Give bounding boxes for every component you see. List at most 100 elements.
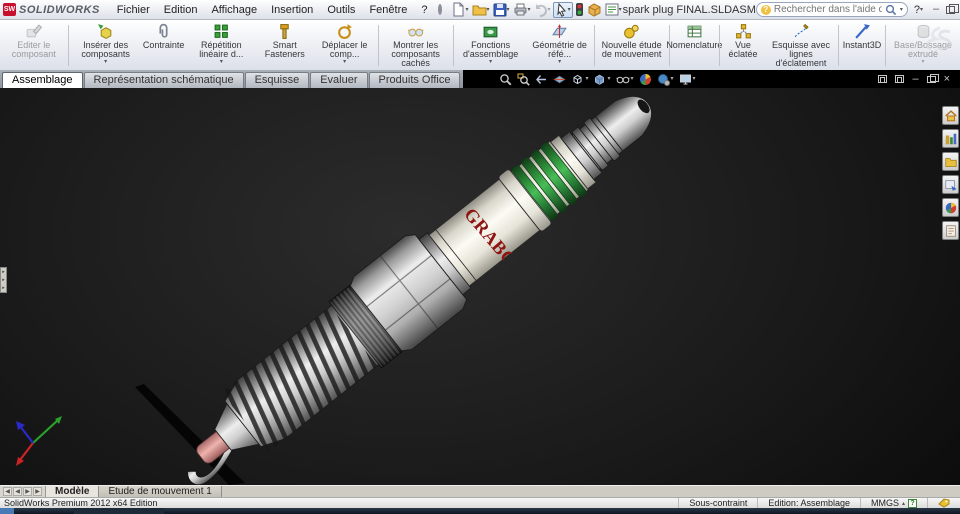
file-explorer-button[interactable] xyxy=(942,152,959,171)
menu-outils[interactable]: Outils xyxy=(320,2,362,18)
custom-properties-button[interactable] xyxy=(942,221,959,240)
doc-restore-button[interactable] xyxy=(926,73,939,83)
caret-down-icon[interactable]: ▾ xyxy=(528,7,531,13)
prev-tab-button[interactable]: ◀ xyxy=(13,487,22,496)
caret-up-icon[interactable]: ▴ xyxy=(902,500,905,507)
caret-down-icon[interactable]: ▾ xyxy=(920,7,923,13)
save-button[interactable]: ▾ xyxy=(492,2,511,18)
select-tool-button[interactable]: ▾ xyxy=(552,1,573,18)
new-motion-study-button[interactable]: Nouvelle étude de mouvement xyxy=(596,21,668,70)
caret-down-icon[interactable]: ▾ xyxy=(693,76,696,82)
view-settings-button[interactable]: ▾ xyxy=(679,73,696,86)
instant3d-button[interactable]: Instant3D xyxy=(840,21,884,70)
tab-evaluer[interactable]: Evaluer xyxy=(310,72,368,88)
solidworks-resources-button[interactable] xyxy=(942,106,959,125)
tab-etude-mouvement[interactable]: Etude de mouvement 1 xyxy=(99,486,222,497)
help-menu[interactable]: ? ▾ xyxy=(914,4,923,16)
smart-fasteners-button[interactable]: Smart Fasteners xyxy=(257,21,313,70)
section-view-icon xyxy=(554,75,566,83)
exploded-view-button[interactable]: Vue éclatée xyxy=(721,21,765,70)
mate-button[interactable]: Contrainte xyxy=(142,21,186,70)
view-orientation-button[interactable]: ▾ xyxy=(571,73,588,86)
caret-down-icon[interactable]: ▾ xyxy=(489,59,492,65)
edit-component-button[interactable]: Editer le composant xyxy=(1,21,67,70)
caret-down-icon[interactable]: ▾ xyxy=(220,59,223,65)
splitter-arrow-icon[interactable]: ▸ xyxy=(2,277,5,283)
menu-insertion[interactable]: Insertion xyxy=(264,2,320,18)
menu-fichier[interactable]: Fichier xyxy=(110,2,157,18)
new-document-button[interactable]: ▾ xyxy=(450,2,469,18)
splitter-arrow-icon[interactable]: ▸ xyxy=(2,269,5,275)
tile-window-icon[interactable] xyxy=(878,75,888,83)
doc-minimize-button[interactable]: – xyxy=(912,74,918,85)
previous-view-button[interactable] xyxy=(535,73,548,86)
minimize-button[interactable]: – xyxy=(933,4,939,15)
splitter-arrow-icon[interactable]: ▸ xyxy=(2,285,5,291)
caret-down-icon[interactable]: ▾ xyxy=(558,59,561,65)
print-button[interactable]: ▾ xyxy=(512,2,532,18)
section-view-button[interactable] xyxy=(553,73,566,86)
apply-scene-button[interactable]: ▾ xyxy=(657,73,674,86)
quick-tips-icon[interactable]: ? xyxy=(908,498,917,508)
menu-affichage[interactable]: Affichage xyxy=(204,2,264,18)
assembly-features-button[interactable]: Fonctions d'assemblage ▾ xyxy=(455,21,527,70)
custom-properties-icon xyxy=(945,224,956,237)
insert-components-button[interactable]: Insérer des composants ▾ xyxy=(70,21,142,70)
first-tab-button[interactable]: ◀ xyxy=(3,487,12,496)
explode-line-sketch-button[interactable]: Esquisse avec lignes d'éclatement xyxy=(765,21,837,70)
zoom-to-area-button[interactable] xyxy=(517,73,531,86)
file-properties-button[interactable] xyxy=(586,2,603,18)
hide-show-items-button[interactable]: ▾ xyxy=(615,73,634,86)
view-palette-button[interactable] xyxy=(942,175,959,194)
last-tab-button[interactable]: ▶ xyxy=(33,487,42,496)
caret-down-icon[interactable]: ▾ xyxy=(568,7,571,13)
caret-down-icon[interactable]: ▾ xyxy=(104,59,107,65)
caret-down-icon[interactable]: ▾ xyxy=(548,7,551,13)
cascade-window-icon[interactable] xyxy=(895,75,905,83)
help-search-box[interactable]: ? ▾ xyxy=(755,2,908,17)
tab-produits-office[interactable]: Produits Office xyxy=(368,72,461,88)
graphics-viewport[interactable]: GRABCAD ▸ ▸ ▸ xyxy=(0,88,960,485)
design-library-button[interactable] xyxy=(942,129,959,148)
caret-down-icon[interactable]: ▾ xyxy=(607,76,610,82)
undo-button[interactable]: ▾ xyxy=(533,2,552,18)
show-hidden-components-button[interactable]: Montrer les composants cachés xyxy=(380,21,452,70)
move-component-button[interactable]: Déplacer le comp... ▾ xyxy=(313,21,377,70)
search-commands-icon[interactable] xyxy=(438,4,443,15)
tab-assemblage[interactable]: Assemblage xyxy=(2,72,83,88)
tab-representation-schematique[interactable]: Représentation schématique xyxy=(83,72,244,88)
caret-down-icon[interactable]: ▾ xyxy=(619,7,622,13)
options-button[interactable]: ▾ xyxy=(604,2,623,18)
doc-close-button[interactable]: × xyxy=(944,74,950,85)
select-cursor-icon xyxy=(556,2,566,17)
edit-appearance-button[interactable] xyxy=(639,73,652,86)
tab-esquisse[interactable]: Esquisse xyxy=(244,72,310,88)
caret-down-icon[interactable]: ▾ xyxy=(585,76,588,82)
bill-of-materials-button[interactable]: Nomenclature xyxy=(666,21,722,70)
caret-down-icon[interactable]: ▾ xyxy=(631,76,634,82)
caret-down-icon[interactable]: ▾ xyxy=(671,76,674,82)
menu-fenetre[interactable]: Fenêtre xyxy=(362,2,414,18)
linear-pattern-button[interactable]: Répétition linéaire d... ▾ xyxy=(186,21,257,70)
caret-down-icon[interactable]: ▾ xyxy=(487,7,490,13)
tags-button[interactable] xyxy=(927,498,960,508)
search-input[interactable] xyxy=(773,4,882,15)
caret-down-icon[interactable]: ▾ xyxy=(465,7,468,13)
appearances-scenes-button[interactable] xyxy=(942,198,959,217)
menu-help[interactable]: ? xyxy=(414,2,434,18)
zoom-to-fit-button[interactable] xyxy=(499,73,512,86)
feature-tree-splitter[interactable]: ▸ ▸ ▸ xyxy=(0,267,7,293)
tab-modele[interactable]: Modèle xyxy=(46,486,100,497)
units-selector[interactable]: MMGS ▴ ? xyxy=(859,498,927,508)
caret-down-icon[interactable]: ▾ xyxy=(507,7,510,13)
rebuild-button[interactable] xyxy=(574,2,585,18)
display-style-button[interactable]: ▾ xyxy=(593,73,611,86)
caret-down-icon[interactable]: ▾ xyxy=(900,7,903,13)
restore-button[interactable] xyxy=(946,3,960,14)
search-icon[interactable] xyxy=(885,4,897,16)
menu-edition[interactable]: Edition xyxy=(157,2,205,18)
next-tab-button[interactable]: ▶ xyxy=(23,487,32,496)
caret-down-icon[interactable]: ▾ xyxy=(343,59,346,65)
reference-geometry-button[interactable]: Géométrie de réfé... ▾ xyxy=(527,21,593,70)
open-button[interactable]: ▾ xyxy=(471,2,491,18)
